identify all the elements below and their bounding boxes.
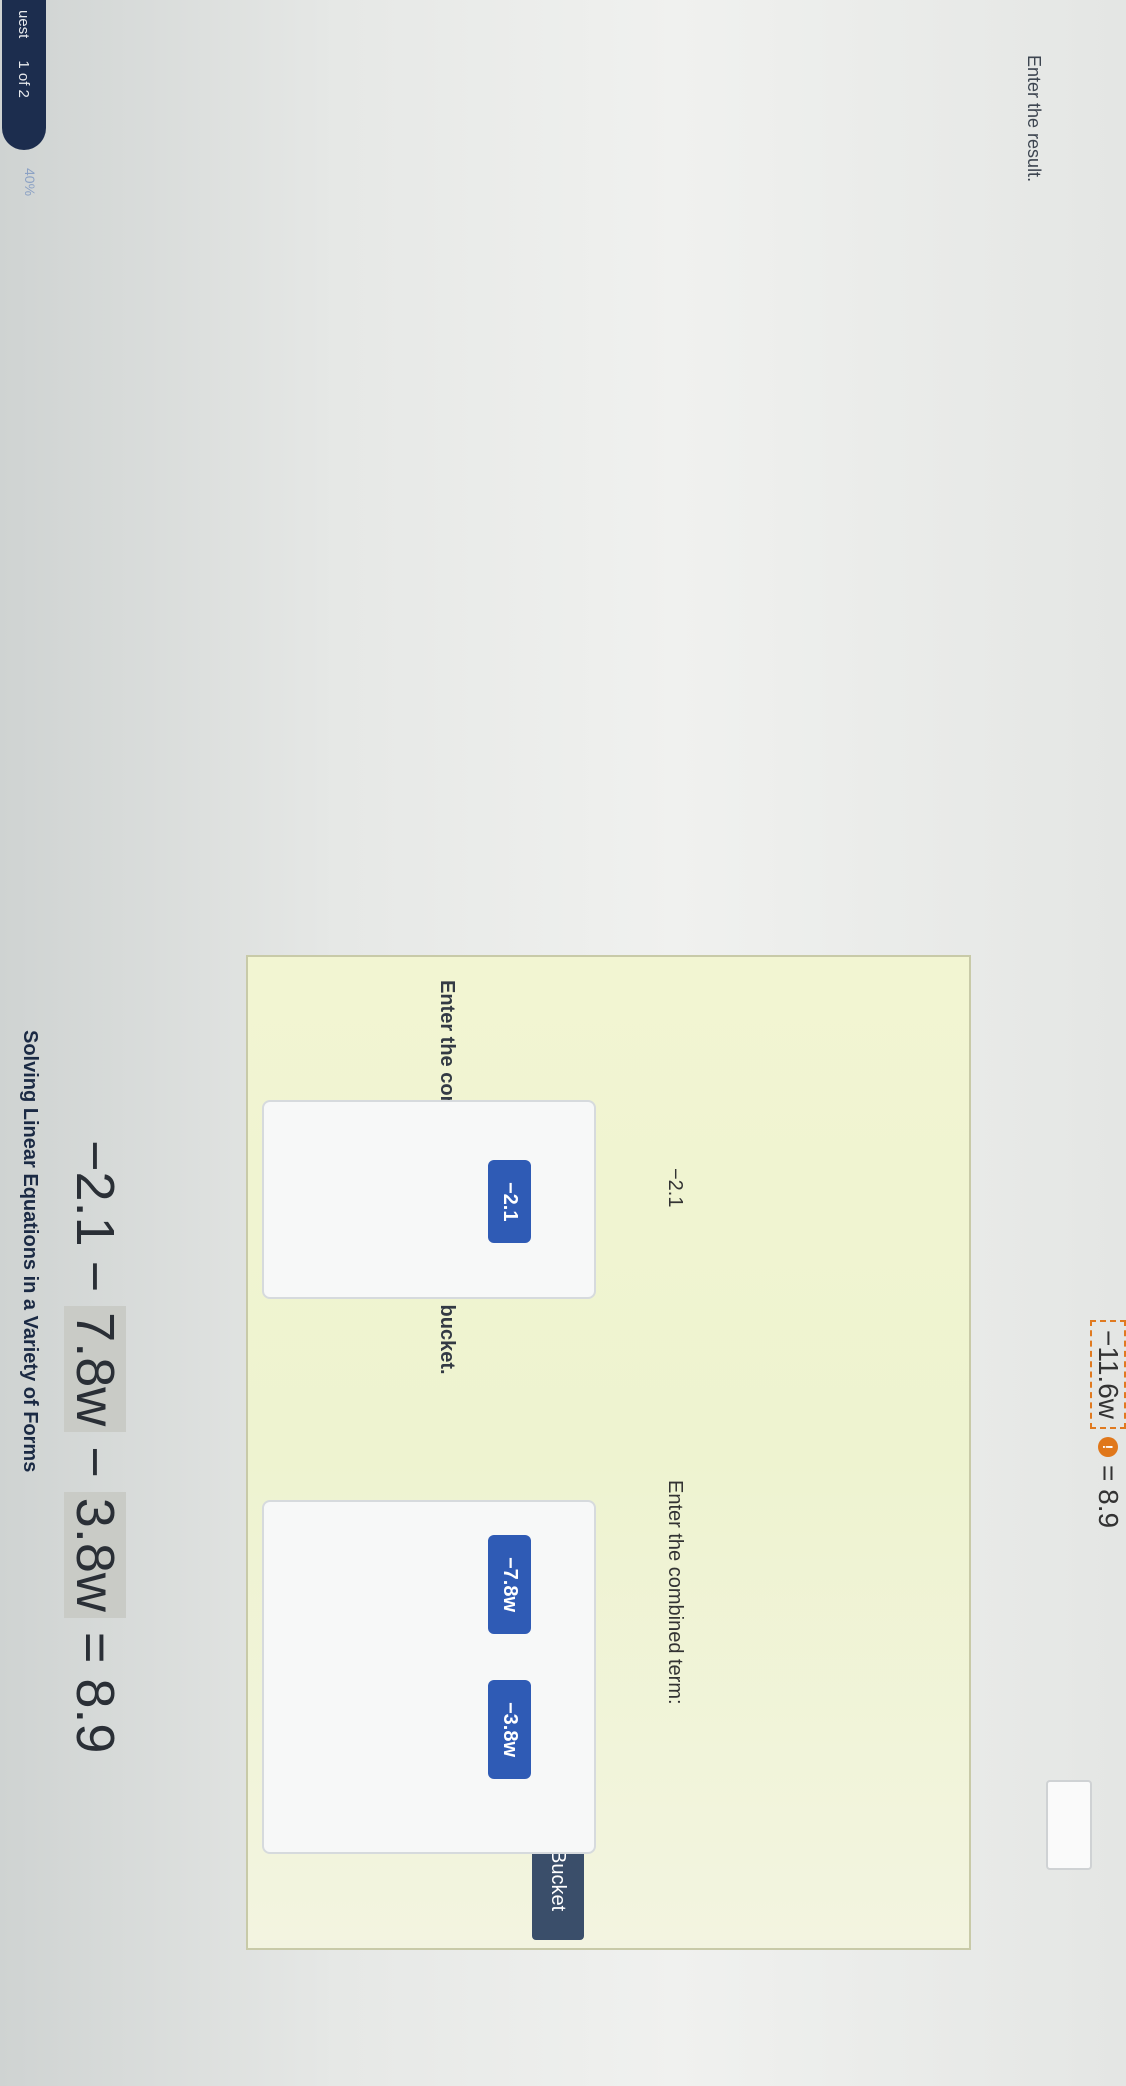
- progress-pill: uest 1 of 2: [2, 0, 46, 150]
- progress-percent: 40%: [22, 168, 38, 197]
- equation-operator: −: [65, 1446, 125, 1478]
- term-chip[interactable]: −2.1: [488, 1160, 531, 1244]
- result-row: −11.6w ! = 8.9: [1090, 1320, 1126, 1528]
- term-chip[interactable]: −3.8w: [488, 1680, 531, 1780]
- term-chip[interactable]: −7.8w: [488, 1535, 531, 1635]
- result-rhs: = 8.9: [1093, 1465, 1124, 1529]
- equation-term-w1: 7.8w: [64, 1306, 126, 1433]
- enter-result-prompt: Enter the result.: [1024, 55, 1044, 183]
- combined-term-input[interactable]: [1046, 1780, 1092, 1870]
- equation-term-w2: 3.8w: [64, 1491, 126, 1618]
- bucket-w-terms[interactable]: [262, 1500, 596, 1854]
- equation-term-constant: −2.1: [65, 1140, 125, 1247]
- equation-rhs: = 8.9: [65, 1631, 125, 1754]
- equation: −2.1 − 7.8w − 3.8w = 8.9: [64, 1140, 126, 1753]
- page-title: Solving Linear Equations in a Variety of…: [19, 1030, 41, 1473]
- progress-counter: 1 of 2: [15, 60, 33, 98]
- result-term-input[interactable]: −11.6w: [1090, 1320, 1126, 1429]
- combined-term-label: Enter the combined term:: [664, 1480, 686, 1705]
- stage: uest 1 of 2 40% Solving Linear Equations…: [0, 0, 1126, 2086]
- bucket-result: −2.1: [664, 1168, 686, 1208]
- warning-icon: !: [1098, 1437, 1118, 1457]
- bucket-constants[interactable]: [262, 1100, 596, 1299]
- progress-label: uest: [15, 10, 33, 39]
- equation-operator: −: [65, 1260, 125, 1293]
